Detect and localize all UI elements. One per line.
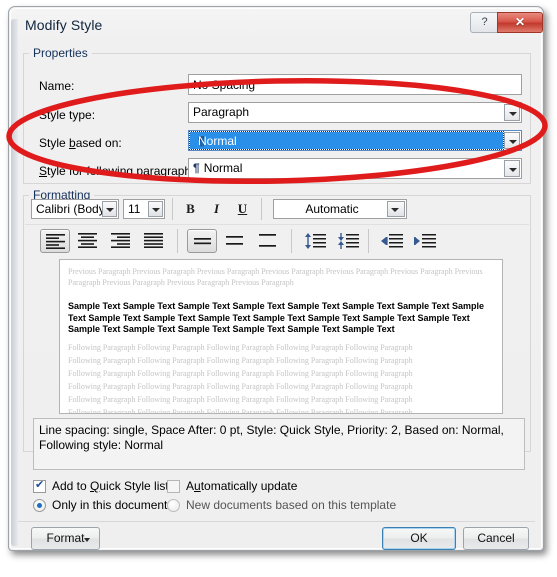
close-icon[interactable]: ✕ <box>497 12 543 33</box>
italic-button[interactable]: I <box>206 199 227 219</box>
automatically-update-checkbox[interactable] <box>167 480 180 493</box>
automatically-update-label: Automatically update <box>186 479 298 493</box>
only-in-this-document-radio[interactable] <box>33 499 46 512</box>
properties-group-label: Properties <box>29 46 92 60</box>
pilcrow-icon: ¶ <box>193 161 200 175</box>
bold-button[interactable]: B <box>180 199 201 219</box>
font-color-combo[interactable]: Automatic <box>273 199 407 219</box>
only-in-this-document-label: Only in this document <box>52 498 168 512</box>
add-to-quick-style-checkbox[interactable] <box>33 478 46 493</box>
window-left-edge <box>11 19 18 546</box>
underline-button[interactable]: U <box>232 199 253 219</box>
style-following-combo[interactable]: ¶ Normal <box>188 158 522 179</box>
preview-sample-text: Sample Text Sample Text Sample Text Samp… <box>68 301 484 334</box>
style-preview: Previous Paragraph Previous Paragraph Pr… <box>59 259 503 414</box>
preview-following-paragraph-4: Following Paragraph Following Paragraph … <box>68 382 413 391</box>
footer-divider <box>17 521 535 522</box>
preview-following-paragraph-2: Following Paragraph Following Paragraph … <box>68 356 413 365</box>
toolbar-separator <box>261 198 262 220</box>
chevron-down-icon[interactable] <box>504 132 520 149</box>
preview-following-paragraph-3: Following Paragraph Following Paragraph … <box>68 369 413 378</box>
chevron-down-icon[interactable] <box>504 104 520 121</box>
screenshot-root: Modify Style ? ✕ Properties Name: No Spa… <box>0 0 557 577</box>
new-documents-radio[interactable] <box>167 499 180 512</box>
chevron-down-icon <box>84 538 90 542</box>
remove-space-before-button[interactable] <box>299 229 329 253</box>
dialog-body: Modify Style ? ✕ Properties Name: No Spa… <box>10 8 545 550</box>
toolbar-separator <box>172 198 173 220</box>
style-based-on-selection: ¶ Normal <box>189 131 504 150</box>
toolbar-divider <box>25 224 529 225</box>
preview-following-paragraph-1: Following Paragraph Following Paragraph … <box>68 343 413 352</box>
align-left-button[interactable] <box>40 229 70 253</box>
name-input[interactable]: No Spacing <box>188 74 522 95</box>
style-following-label: Style for following paragraph: <box>39 164 195 178</box>
modify-style-dialog: Modify Style ? ✕ Properties Name: No Spa… <box>8 6 544 551</box>
align-justify-button[interactable] <box>139 229 169 253</box>
toolbar-separator <box>291 229 292 253</box>
style-type-value: Paragraph <box>193 105 250 119</box>
title-bar: Modify Style ? ✕ <box>11 9 545 43</box>
ok-button[interactable]: OK <box>382 527 456 550</box>
style-type-combo[interactable]: Paragraph <box>188 102 522 123</box>
chevron-down-icon[interactable] <box>102 201 117 217</box>
toolbar-separator <box>368 229 369 253</box>
preview-following-paragraph-6: Following Paragraph Following Paragraph … <box>68 408 413 414</box>
style-based-on-combo[interactable]: ¶ Normal <box>188 130 522 151</box>
decrease-indent-button[interactable] <box>376 229 406 253</box>
toolbar-separator <box>177 229 178 253</box>
line-spacing-1-5-button[interactable] <box>220 229 250 253</box>
font-size-combo[interactable]: 11 <box>123 199 165 219</box>
add-space-after-button[interactable] <box>332 229 362 253</box>
increase-indent-button[interactable] <box>409 229 439 253</box>
chevron-down-icon[interactable] <box>387 201 405 217</box>
chevron-down-icon[interactable] <box>148 201 163 217</box>
help-icon[interactable]: ? <box>470 12 499 33</box>
style-type-label: Style type: <box>39 108 96 122</box>
style-based-on-label: Style based on: <box>39 136 122 150</box>
dialog-title: Modify Style <box>25 17 103 33</box>
style-description: Line spacing: single, Space After: 0 pt,… <box>33 418 525 470</box>
chevron-down-icon[interactable] <box>504 160 520 177</box>
font-name-value: Calibri (Body) <box>36 202 109 216</box>
line-spacing-single-button[interactable] <box>187 229 217 253</box>
line-spacing-double-button[interactable] <box>253 229 283 253</box>
format-button[interactable]: Format <box>31 527 100 550</box>
new-documents-label: New documents based on this template <box>186 498 397 512</box>
format-button-label: Format <box>46 531 85 545</box>
align-right-button[interactable] <box>106 229 136 253</box>
font-name-combo[interactable]: Calibri (Body) <box>31 199 119 219</box>
style-following-value: ¶ Normal <box>193 161 243 175</box>
preview-previous-paragraph: Previous Paragraph Previous Paragraph Pr… <box>68 267 483 288</box>
align-center-button[interactable] <box>73 229 103 253</box>
cancel-button[interactable]: Cancel <box>463 527 529 550</box>
name-label: Name: <box>39 79 75 93</box>
font-size-value: 11 <box>128 202 141 216</box>
font-color-value: Automatic <box>305 202 359 216</box>
add-to-quick-style-label: Add to Quick Style list <box>52 479 169 493</box>
style-based-on-value: Normal <box>198 134 237 148</box>
preview-following-paragraph-5: Following Paragraph Following Paragraph … <box>68 395 413 404</box>
